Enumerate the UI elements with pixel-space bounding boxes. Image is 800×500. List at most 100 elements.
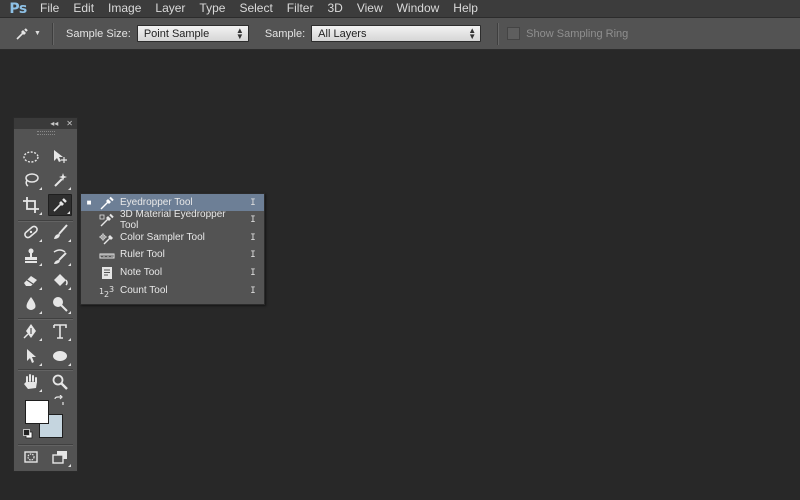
show-sampling-ring-label: Show Sampling Ring <box>526 27 629 40</box>
shortcut-key: I <box>250 214 256 225</box>
updown-arrows-icon: ▲ ▼ <box>235 25 244 41</box>
brush-icon <box>54 224 68 239</box>
type-icon <box>53 324 67 339</box>
blur-tool[interactable] <box>19 293 43 315</box>
shortcut-key: I <box>250 267 256 278</box>
show-sampling-ring-checkbox[interactable] <box>507 27 521 40</box>
pen-icon <box>23 324 36 339</box>
sample-size-dropdown[interactable]: Point Sample ▲ ▼ <box>136 25 249 42</box>
paint-bucket-tool[interactable] <box>48 269 72 291</box>
swap-colors-icon[interactable] <box>53 395 65 407</box>
move-tool[interactable] <box>48 146 72 168</box>
note-icon <box>97 265 117 281</box>
sample-dropdown[interactable]: All Layers ▲ ▼ <box>311 25 482 42</box>
flyout-item-3d-material-eyedropper[interactable]: 3D Material Eyedropper Tool I <box>81 208 264 231</box>
default-colors-icon[interactable] <box>23 429 33 439</box>
svg-text:3: 3 <box>109 285 114 294</box>
hand-icon <box>24 374 37 389</box>
history-brush-icon <box>53 249 67 264</box>
elliptical-marquee-icon <box>23 151 39 163</box>
photoshop-logo: Ps <box>9 0 27 17</box>
eyedropper-tool-flyout: ■ Eyedropper Tool I 3D Material Eyedropp… <box>80 193 265 305</box>
history-brush-tool[interactable] <box>48 245 72 267</box>
foreground-color-swatch[interactable] <box>25 400 49 424</box>
pen-tool[interactable] <box>19 320 43 342</box>
eyedropper-tool[interactable] <box>48 194 72 216</box>
updown-arrows-icon: ▲ ▼ <box>468 25 477 41</box>
eraser-icon <box>24 276 37 286</box>
close-panel-icon[interactable]: ✕ <box>66 119 73 128</box>
flyout-item-count[interactable]: 123 Count Tool I <box>81 282 264 299</box>
tools-panel: ◂◂ ✕ <box>13 117 78 472</box>
flyout-item-label: Note Tool <box>120 267 163 278</box>
menu-window[interactable]: Window <box>390 0 447 17</box>
flyout-item-label: Ruler Tool <box>120 249 165 260</box>
menu-filter[interactable]: Filter <box>280 0 321 17</box>
ruler-icon <box>97 247 117 263</box>
color-sampler-icon <box>97 230 117 246</box>
quick-mask-icon <box>24 451 38 463</box>
screen-mode-button[interactable] <box>48 446 72 468</box>
paint-bucket-icon <box>54 274 68 286</box>
quick-mask-mode-button[interactable] <box>19 446 43 468</box>
flyout-item-label: 3D Material Eyedropper Tool <box>120 208 226 231</box>
magnifier-icon <box>52 374 68 390</box>
panel-grip[interactable] <box>14 129 77 136</box>
eraser-tool[interactable] <box>19 269 43 291</box>
hand-tool[interactable] <box>19 371 43 393</box>
magic-wand-icon <box>54 173 67 187</box>
menu-3d[interactable]: 3D <box>320 0 349 17</box>
brush-tool[interactable] <box>48 221 72 243</box>
screen-mode-icon <box>52 451 67 464</box>
flyout-item-color-sampler[interactable]: Color Sampler Tool I <box>81 229 264 246</box>
flyout-item-label: Color Sampler Tool <box>120 232 205 243</box>
sample-size-value: Point Sample <box>143 27 210 40</box>
ellipse-tool[interactable] <box>48 345 72 367</box>
menu-file[interactable]: File <box>36 0 66 17</box>
shortcut-key: I <box>250 232 256 243</box>
shortcut-key: I <box>250 285 256 296</box>
ellipse-shape-icon <box>53 351 67 361</box>
lasso-tool[interactable] <box>19 169 43 191</box>
menu-edit[interactable]: Edit <box>66 0 101 17</box>
magic-wand-tool[interactable] <box>48 169 72 191</box>
options-divider <box>497 22 500 45</box>
path-selection-icon <box>27 349 36 363</box>
collapse-panel-icon[interactable]: ◂◂ <box>50 119 58 128</box>
chevron-down-icon: ▼ <box>34 30 41 37</box>
menu-bar: Ps File Edit Image Layer Type Select Fil… <box>0 0 800 17</box>
flyout-item-label: Count Tool <box>120 285 168 296</box>
crop-icon <box>23 197 39 213</box>
menu-image[interactable]: Image <box>101 0 148 17</box>
crop-tool[interactable] <box>19 194 43 216</box>
menu-layer[interactable]: Layer <box>148 0 192 17</box>
droplet-icon <box>26 297 36 310</box>
stamp-icon <box>25 248 37 263</box>
menu-type[interactable]: Type <box>192 0 232 17</box>
move-icon <box>54 150 67 163</box>
eyedropper-icon <box>16 27 28 40</box>
path-selection-tool[interactable] <box>19 345 43 367</box>
sample-value: All Layers <box>318 27 367 40</box>
flyout-item-ruler[interactable]: Ruler Tool I <box>81 246 264 263</box>
options-bar: ▼ Sample Size: Point Sample ▲ ▼ Sample: A… <box>0 17 800 50</box>
flyout-item-label: Eyedropper Tool <box>120 197 193 208</box>
sample-size-label: Sample Size: <box>66 27 131 40</box>
lasso-icon <box>25 173 39 187</box>
sample-label: Sample: <box>264 27 306 40</box>
shortcut-key: I <box>250 197 256 208</box>
spot-healing-brush-tool[interactable] <box>19 221 43 243</box>
flyout-item-note[interactable]: Note Tool I <box>81 264 264 281</box>
clone-stamp-tool[interactable] <box>19 245 43 267</box>
type-tool[interactable] <box>48 320 72 342</box>
menu-view[interactable]: View <box>350 0 390 17</box>
menu-help[interactable]: Help <box>446 0 485 17</box>
elliptical-marquee-tool[interactable] <box>19 146 43 168</box>
dodge-tool[interactable] <box>48 293 72 315</box>
3d-material-eyedropper-icon <box>97 212 117 228</box>
zoom-tool[interactable] <box>48 371 72 393</box>
shortcut-key: I <box>250 249 256 260</box>
menu-select[interactable]: Select <box>232 0 279 17</box>
tools-panel-header[interactable]: ◂◂ ✕ <box>14 118 77 129</box>
tool-preset-picker[interactable]: ▼ <box>14 26 50 42</box>
